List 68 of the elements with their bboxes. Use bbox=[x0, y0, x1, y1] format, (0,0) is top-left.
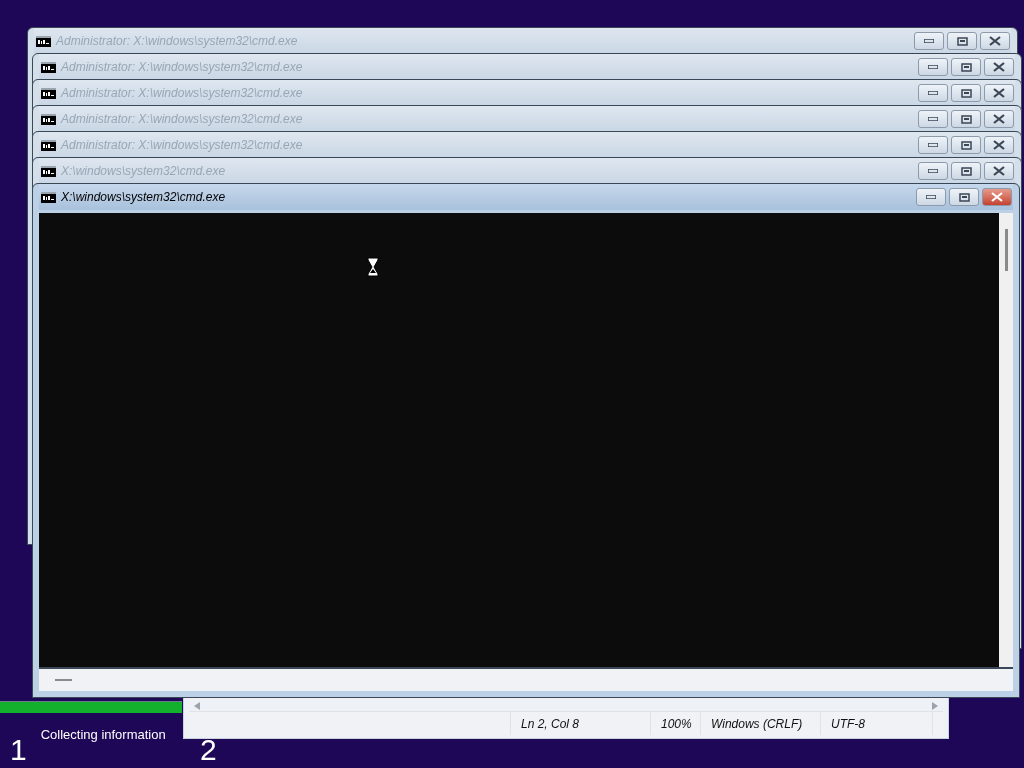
maximize-icon bbox=[958, 192, 970, 202]
maximize-button[interactable] bbox=[951, 136, 981, 154]
status-text: Ln 2, Col 8 bbox=[511, 712, 651, 735]
close-button[interactable] bbox=[980, 32, 1010, 50]
minimize-icon bbox=[928, 65, 938, 69]
status-text: UTF-8 bbox=[821, 712, 933, 735]
maximize-icon bbox=[960, 166, 972, 176]
window-title: X:\windows\system32\cmd.exe bbox=[61, 164, 226, 178]
horizontal-scrollbar[interactable] bbox=[39, 667, 1013, 691]
console-icon bbox=[41, 61, 56, 73]
console-icon bbox=[41, 191, 56, 203]
close-icon bbox=[989, 36, 1001, 46]
maximize-icon bbox=[960, 114, 972, 124]
minimize-icon bbox=[928, 143, 938, 147]
minimize-icon bbox=[928, 169, 938, 173]
window-title: Administrator: X:\windows\system32\cmd.exe bbox=[61, 138, 303, 152]
console-icon bbox=[41, 87, 56, 99]
status-text: 100% bbox=[651, 712, 701, 735]
maximize-icon bbox=[960, 88, 972, 98]
vertical-scrollbar[interactable] bbox=[999, 213, 1013, 667]
close-icon bbox=[993, 62, 1005, 72]
step-number: 1 bbox=[10, 735, 27, 765]
maximize-icon bbox=[956, 36, 968, 46]
maximize-button[interactable] bbox=[947, 32, 977, 50]
maximize-button[interactable] bbox=[951, 110, 981, 128]
window-title: Administrator: X:\windows\system32\cmd.exe bbox=[61, 60, 303, 74]
minimize-button[interactable] bbox=[916, 188, 946, 206]
minimize-button[interactable] bbox=[918, 162, 948, 180]
window-title: Administrator: X:\windows\system32\cmd.exe bbox=[61, 86, 303, 100]
maximize-icon bbox=[960, 140, 972, 150]
console-icon bbox=[41, 139, 56, 151]
console-icon bbox=[36, 35, 51, 47]
minimize-button[interactable] bbox=[918, 136, 948, 154]
close-icon bbox=[993, 140, 1005, 150]
close-button[interactable] bbox=[984, 162, 1014, 180]
maximize-button[interactable] bbox=[949, 188, 979, 206]
close-icon bbox=[993, 166, 1005, 176]
close-button[interactable] bbox=[984, 136, 1014, 154]
minimize-button[interactable] bbox=[918, 84, 948, 102]
window-title: X:\windows\system32\cmd.exe bbox=[61, 190, 226, 204]
step-label: Collecting information bbox=[40, 727, 166, 743]
scrollbar-thumb[interactable] bbox=[1004, 229, 1008, 271]
close-button[interactable] bbox=[984, 58, 1014, 76]
minimize-icon bbox=[924, 39, 934, 43]
step-number: 2 bbox=[200, 735, 217, 765]
minimize-button[interactable] bbox=[914, 32, 944, 50]
scrollbar-thumb[interactable] bbox=[55, 679, 72, 681]
close-button[interactable] bbox=[984, 84, 1014, 102]
minimize-button[interactable] bbox=[918, 110, 948, 128]
console-icon bbox=[41, 165, 56, 177]
close-button[interactable] bbox=[982, 188, 1012, 206]
close-icon bbox=[993, 88, 1005, 98]
maximize-button[interactable] bbox=[951, 84, 981, 102]
hourglass-cursor-icon bbox=[367, 257, 379, 277]
window-title: Administrator: X:\windows\system32\cmd.exe bbox=[61, 112, 303, 126]
minimize-icon bbox=[928, 91, 938, 95]
maximize-icon bbox=[960, 62, 972, 72]
close-icon bbox=[991, 192, 1003, 202]
maximize-button[interactable] bbox=[951, 58, 981, 76]
minimize-icon bbox=[926, 195, 936, 199]
close-button[interactable] bbox=[984, 110, 1014, 128]
status-text: Windows (CRLF) bbox=[701, 712, 821, 735]
close-icon bbox=[993, 114, 1005, 124]
minimize-button[interactable] bbox=[918, 58, 948, 76]
console-icon bbox=[41, 113, 56, 125]
minimize-icon bbox=[928, 117, 938, 121]
maximize-button[interactable] bbox=[951, 162, 981, 180]
window-title: Administrator: X:\windows\system32\cmd.exe bbox=[56, 34, 298, 48]
